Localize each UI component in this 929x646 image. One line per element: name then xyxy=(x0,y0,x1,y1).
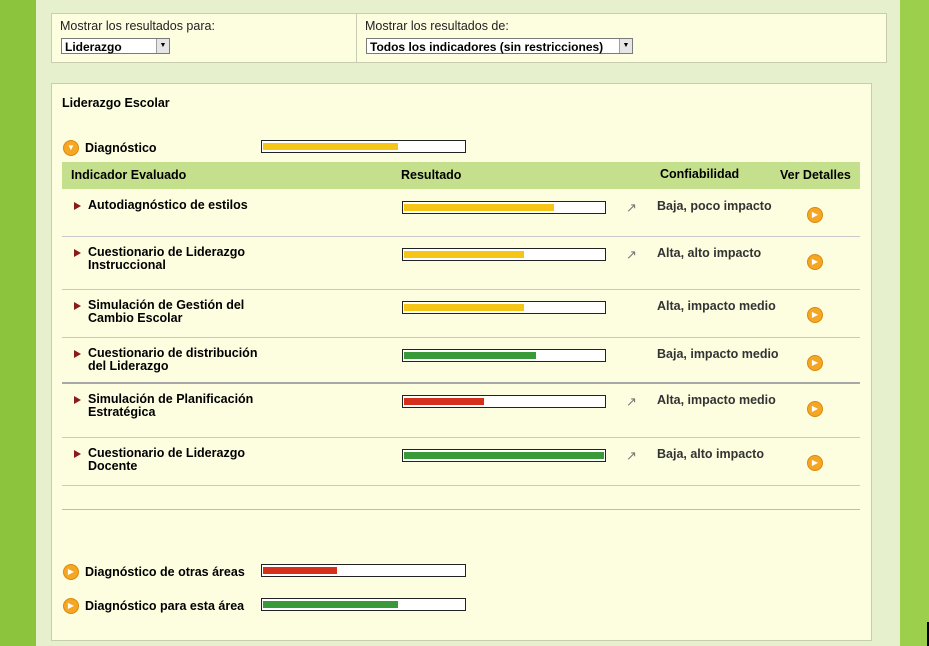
summary-label: Diagnóstico para esta área xyxy=(85,599,245,613)
caret-right-icon[interactable] xyxy=(74,302,81,310)
chevron-down-icon[interactable]: ▼ xyxy=(156,39,169,53)
diagnostic-bar-fill xyxy=(263,143,398,150)
details-button[interactable]: ▶ xyxy=(807,207,823,223)
summary-bar xyxy=(261,564,466,577)
trend-arrow-icon: ↗ xyxy=(626,200,637,215)
trend-arrow-icon: ↗ xyxy=(626,247,637,262)
row-separator xyxy=(62,485,860,486)
result-bar-fill xyxy=(404,398,484,405)
result-bar xyxy=(402,395,606,408)
header-reliability: Confiabilidad xyxy=(660,167,740,181)
caret-right-icon[interactable] xyxy=(74,202,81,210)
right-margin xyxy=(899,0,929,646)
filter-of-value: Todos los indicadores (sin restricciones… xyxy=(370,40,604,54)
result-bar xyxy=(402,201,606,214)
expand-icon[interactable]: ▶ xyxy=(63,598,79,614)
reliability-text: Alta, impacto medio xyxy=(657,299,776,313)
filter-for-select[interactable]: Liderazgo ▼ xyxy=(61,38,170,54)
filter-of-select[interactable]: Todos los indicadores (sin restricciones… xyxy=(366,38,633,54)
filter-for-value: Liderazgo xyxy=(65,40,122,54)
indicator-name[interactable]: Cuestionario de Liderazgo Instruccional xyxy=(88,246,278,272)
details-button[interactable]: ▶ xyxy=(807,355,823,371)
result-bar xyxy=(402,248,606,261)
table-row: Autodiagnóstico de estilos ↗ Baja, poco im… xyxy=(62,189,860,237)
indicator-name[interactable]: Cuestionario de Liderazgo Docente xyxy=(88,447,278,473)
chevron-down-icon[interactable]: ▼ xyxy=(619,39,632,53)
header-details: Ver Detalles xyxy=(780,168,851,182)
indicator-name[interactable]: Cuestionario de distribución del Lideraz… xyxy=(88,347,278,373)
section-title: Liderazgo Escolar xyxy=(62,96,170,110)
reliability-text: Baja, poco impacto xyxy=(657,199,772,213)
expand-icon[interactable]: ▶ xyxy=(63,564,79,580)
summary-bar-fill xyxy=(263,567,337,574)
table-row: Cuestionario de distribución del Lideraz… xyxy=(62,338,860,384)
expand-icon[interactable]: ▼ xyxy=(63,140,79,156)
table-row: Simulación de Planificación Estratégica ↗… xyxy=(62,384,860,438)
filter-panel: Mostrar los resultados para: Liderazgo ▼… xyxy=(51,13,887,63)
caret-right-icon[interactable] xyxy=(74,450,81,458)
content-area: Mostrar los resultados para: Liderazgo ▼… xyxy=(36,0,900,646)
filter-of-label: Mostrar los resultados de: xyxy=(365,19,509,33)
summary-bar-fill xyxy=(263,601,398,608)
table-row: Cuestionario de Liderazgo Instruccional ↗… xyxy=(62,237,860,290)
reliability-text: Baja, alto impacto xyxy=(657,447,764,461)
summary-bar xyxy=(261,598,466,611)
trend-arrow-icon: ↗ xyxy=(626,448,637,463)
summary-label: Diagnóstico de otras áreas xyxy=(85,565,245,579)
diagnostic-label: Diagnóstico xyxy=(85,141,157,155)
result-bar xyxy=(402,349,606,362)
details-button[interactable]: ▶ xyxy=(807,307,823,323)
table-row: Cuestionario de Liderazgo Docente ↗ Baja, … xyxy=(62,438,860,486)
result-bar xyxy=(402,301,606,314)
indicator-name[interactable]: Autodiagnóstico de estilos xyxy=(88,199,278,212)
filter-of-column: Mostrar los resultados de: Todos los ind… xyxy=(357,14,886,62)
result-bar-fill xyxy=(404,251,524,258)
details-button[interactable]: ▶ xyxy=(807,254,823,270)
table-header: Indicador Evaluado Resultado Confiabilid… xyxy=(62,162,860,189)
details-button[interactable]: ▶ xyxy=(807,401,823,417)
caret-right-icon[interactable] xyxy=(74,350,81,358)
header-result: Resultado xyxy=(401,168,462,182)
filter-for-column: Mostrar los resultados para: Liderazgo ▼ xyxy=(52,14,357,62)
indicator-name[interactable]: Simulación de Gestión del Cambio Escolar xyxy=(88,299,278,325)
reliability-text: Alta, alto impacto xyxy=(657,246,762,260)
details-button[interactable]: ▶ xyxy=(807,455,823,471)
caret-right-icon[interactable] xyxy=(74,396,81,404)
result-bar-fill xyxy=(404,204,554,211)
header-indicator: Indicador Evaluado xyxy=(71,168,187,182)
reliability-text: Alta, impacto medio xyxy=(657,393,776,407)
reliability-text: Baja, impacto medio xyxy=(657,347,779,361)
table-row: Simulación de Gestión del Cambio Escolar… xyxy=(62,290,860,338)
indicator-name[interactable]: Simulación de Planificación Estratégica xyxy=(88,393,278,419)
result-bar-fill xyxy=(404,352,536,359)
left-margin xyxy=(0,0,36,646)
trend-arrow-icon: ↗ xyxy=(626,394,637,409)
divider xyxy=(62,509,860,510)
filter-for-label: Mostrar los resultados para: xyxy=(60,19,215,33)
result-bar-fill xyxy=(404,452,604,459)
caret-right-icon[interactable] xyxy=(74,249,81,257)
result-bar xyxy=(402,449,606,462)
result-bar-fill xyxy=(404,304,524,311)
diagnostic-bar xyxy=(261,140,466,153)
results-panel: Liderazgo Escolar ▼ Diagnóstico Indicado… xyxy=(51,83,872,641)
